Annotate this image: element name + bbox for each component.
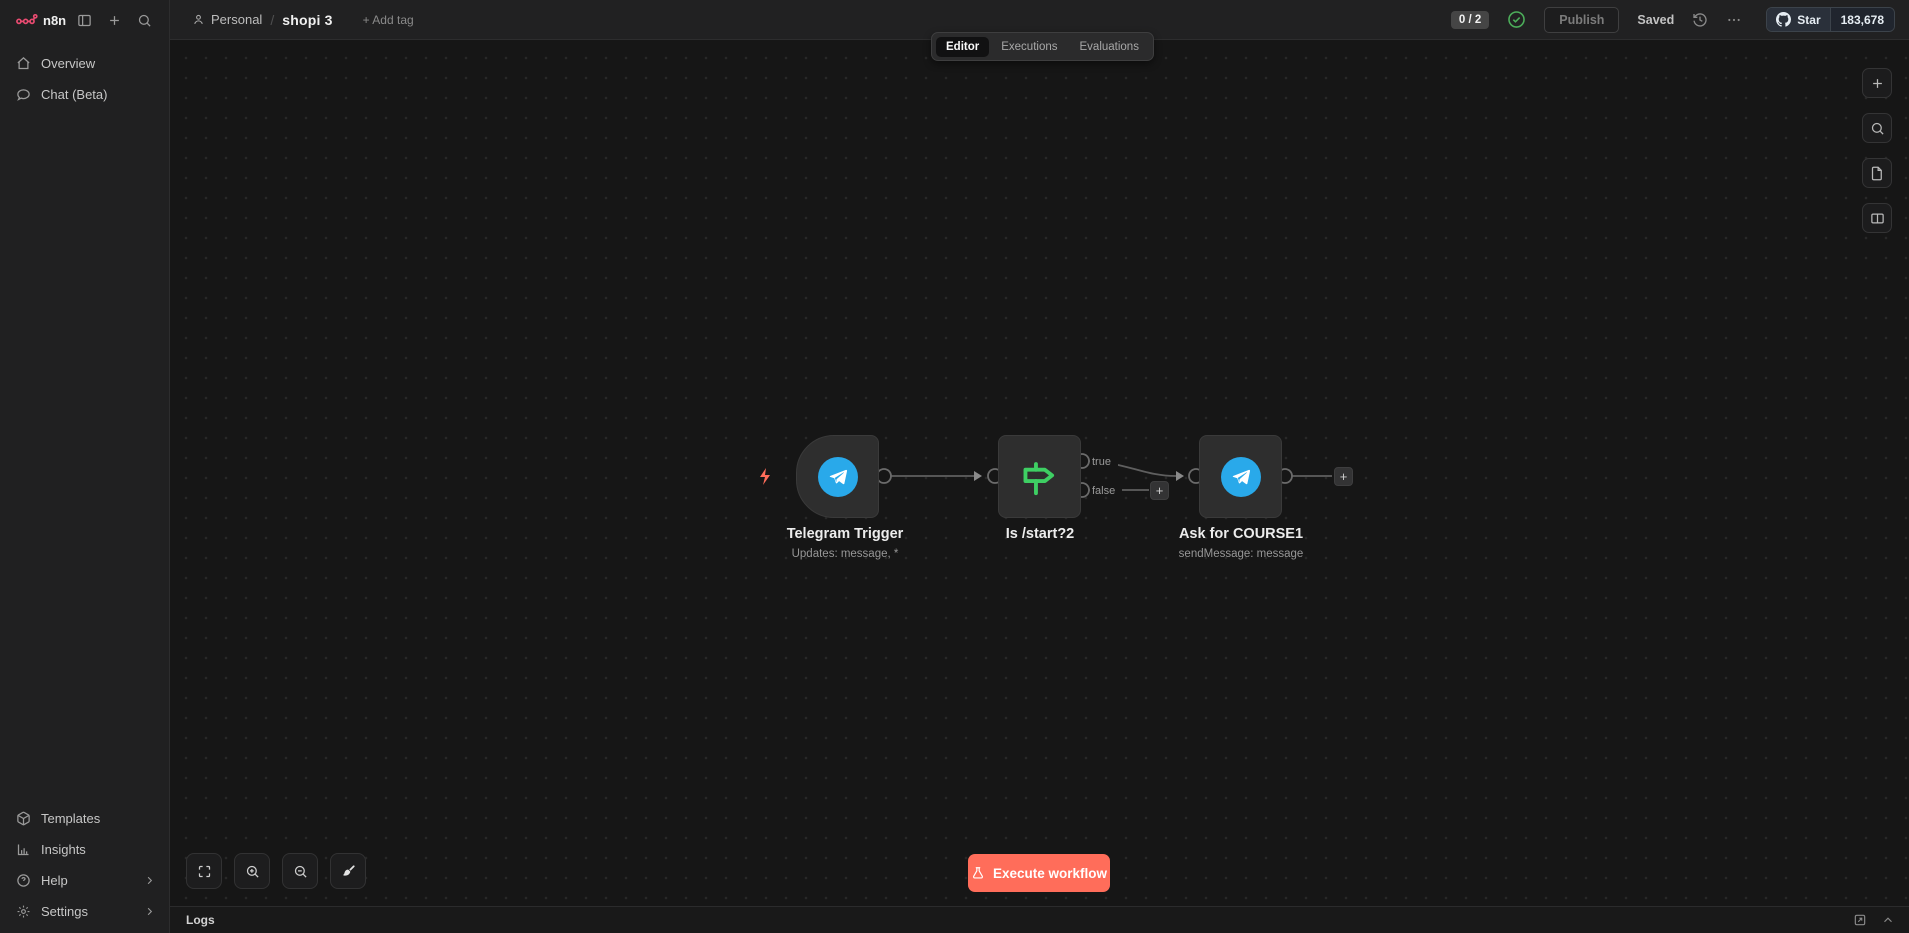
node-title: Is /start?2 (925, 526, 1155, 542)
add-node-plus-false-branch[interactable]: + (1150, 481, 1169, 500)
sidebar-header: n8n (0, 0, 169, 40)
zoom-in-icon (245, 864, 260, 879)
sidebar-nav-top: Overview Chat (Beta) (0, 40, 169, 118)
node-title: Telegram Trigger (730, 526, 960, 542)
sidebar: n8n Overview Chat (Beta) Templates Insig… (0, 0, 170, 933)
search-icon[interactable] (131, 7, 157, 33)
breadcrumb-separator: / (270, 12, 274, 28)
add-tag-button[interactable]: + Add tag (363, 13, 414, 27)
logs-title: Logs (186, 913, 215, 927)
telegram-icon (1221, 457, 1261, 497)
node-label: Telegram Trigger Updates: message, * (730, 526, 960, 560)
node-title: Ask for COURSE1 (1126, 526, 1356, 542)
node-telegram-trigger[interactable] (796, 435, 879, 518)
sidebar-item-chat[interactable]: Chat (Beta) (0, 79, 169, 110)
fit-view-button[interactable] (186, 853, 222, 889)
zoom-in-button[interactable] (234, 853, 270, 889)
canvas-side-toolbar (1862, 68, 1892, 233)
sidebar-item-label: Templates (41, 811, 100, 826)
execute-workflow-button[interactable]: Execute workflow (968, 854, 1110, 892)
github-star-count[interactable]: 183,678 (1831, 8, 1894, 31)
sidebar-item-settings[interactable]: Settings (0, 896, 169, 927)
github-star-widget[interactable]: Star 183,678 (1766, 7, 1895, 32)
split-panel-icon (1870, 211, 1885, 226)
sidebar-item-insights[interactable]: Insights (0, 834, 169, 865)
telegram-icon (818, 457, 858, 497)
new-workflow-icon[interactable] (101, 7, 127, 33)
search-icon (1870, 121, 1885, 136)
branch-label-true: true (1092, 456, 1111, 468)
tab-editor[interactable]: Editor (936, 37, 989, 57)
plus-icon (1870, 76, 1885, 91)
saved-status: Saved (1637, 13, 1674, 27)
sidebar-item-help[interactable]: Help (0, 865, 169, 896)
broom-icon (341, 864, 356, 879)
header-controls: 0 / 2 Publish Saved Star 183,678 (1451, 7, 1895, 33)
workflow-canvas[interactable]: true false Telegram Trigger Updates: mes… (170, 40, 1909, 906)
sidebar-item-templates[interactable]: Templates (0, 803, 169, 834)
sidebar-item-overview[interactable]: Overview (0, 48, 169, 79)
sidebar-nav-bottom: Templates Insights Help Settings (0, 795, 169, 933)
tidy-up-button[interactable] (330, 853, 366, 889)
branch-label-false: false (1092, 485, 1115, 497)
brand-name: n8n (43, 13, 66, 28)
breadcrumb-project[interactable]: Personal (192, 12, 262, 27)
node-telegram-send[interactable] (1199, 435, 1282, 518)
project-name: Personal (211, 12, 262, 27)
execute-workflow-label: Execute workflow (993, 866, 1107, 881)
flask-icon (971, 866, 985, 880)
sidebar-item-label: Insights (41, 842, 86, 857)
node-label: Ask for COURSE1 sendMessage: message (1126, 526, 1356, 560)
sidebar-item-label: Chat (Beta) (41, 87, 107, 102)
gear-icon (16, 904, 31, 919)
sidebar-item-label: Help (41, 873, 68, 888)
chevron-right-icon (144, 906, 155, 917)
help-circle-icon (16, 873, 31, 888)
node-subtitle: Updates: message, * (730, 548, 960, 560)
node-if[interactable] (998, 435, 1081, 518)
bar-chart-icon (16, 842, 31, 857)
fit-view-icon (197, 864, 212, 879)
logs-panel-header[interactable]: Logs (170, 906, 1909, 933)
package-icon (16, 811, 31, 826)
file-icon (1870, 166, 1885, 181)
node-label: Is /start?2 (925, 526, 1155, 548)
zoom-out-icon (293, 864, 308, 879)
canvas-zoom-controls (186, 853, 366, 889)
github-star-button[interactable]: Star (1767, 8, 1830, 31)
collapse-sidebar-icon[interactable] (71, 7, 97, 33)
n8n-logo-icon (16, 13, 38, 27)
expand-logs-chevron-icon[interactable] (1881, 913, 1895, 927)
chat-icon (16, 87, 31, 102)
sidebar-item-label: Overview (41, 56, 95, 71)
if-signpost-icon (1019, 456, 1061, 498)
canvas-search-button[interactable] (1862, 113, 1892, 143)
github-star-label: Star (1797, 13, 1820, 27)
chevron-right-icon (144, 875, 155, 886)
home-icon (16, 56, 31, 71)
n8n-logo[interactable]: n8n (16, 13, 66, 28)
open-logs-window-icon[interactable] (1853, 913, 1867, 927)
view-tabs: Editor Executions Evaluations (931, 32, 1154, 61)
sidebar-item-label: Settings (41, 904, 88, 919)
zoom-out-button[interactable] (282, 853, 318, 889)
toggle-panel-button[interactable] (1862, 203, 1892, 233)
add-node-plus-output[interactable]: + (1334, 467, 1353, 486)
tab-executions[interactable]: Executions (991, 37, 1067, 57)
evaluation-count-badge[interactable]: 0 / 2 (1451, 11, 1489, 29)
github-icon (1776, 12, 1791, 27)
workflow-valid-check-icon[interactable] (1507, 10, 1526, 29)
workflow-history-icon[interactable] (1692, 12, 1708, 28)
breadcrumb: Personal / shopi 3 + Add tag (192, 12, 414, 28)
logs-controls (1853, 913, 1895, 927)
more-options-icon[interactable] (1726, 12, 1742, 28)
person-icon (192, 13, 205, 26)
publish-button[interactable]: Publish (1544, 7, 1619, 33)
sticky-note-button[interactable] (1862, 158, 1892, 188)
workflow-name[interactable]: shopi 3 (282, 12, 332, 28)
add-node-button[interactable] (1862, 68, 1892, 98)
node-subtitle: sendMessage: message (1126, 548, 1356, 560)
tab-evaluations[interactable]: Evaluations (1070, 37, 1149, 57)
trigger-bolt-icon (760, 468, 770, 485)
